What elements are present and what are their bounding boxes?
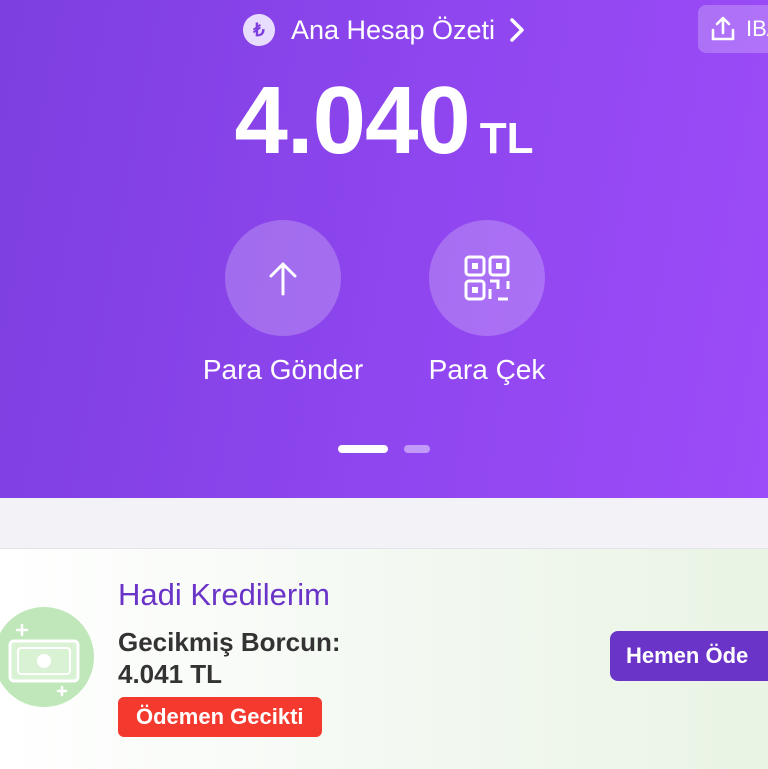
withdraw-money-label[interactable]: Para Çek (397, 354, 577, 386)
balance-currency: TL (479, 114, 534, 163)
withdraw-money-circle[interactable] (429, 220, 545, 336)
share-icon (711, 16, 735, 41)
pay-now-button[interactable]: Hemen Öde (610, 631, 768, 681)
send-money-button[interactable]: Para Gönder (193, 220, 373, 386)
loan-card[interactable]: Hadi Kredilerim Gecikmiş Borcun: 4.041 T… (0, 548, 768, 769)
chevron-right-icon[interactable] (509, 17, 525, 43)
send-money-circle[interactable] (225, 220, 341, 336)
arrow-up-icon (269, 262, 297, 296)
balance: 4.040 TL (0, 66, 768, 176)
account-title[interactable]: Ana Hesap Özeti (291, 15, 495, 46)
lira-icon: ₺ (242, 14, 275, 46)
page-indicator-active[interactable] (338, 445, 388, 453)
carousel-pagination (0, 445, 768, 453)
page-indicator[interactable] (404, 445, 430, 453)
payment-overdue-badge: Ödemen Gecikti (118, 697, 322, 737)
withdraw-money-button[interactable]: Para Çek (397, 220, 577, 386)
account-summary-panel: ₺ Ana Hesap Özeti IBAN 4.040TL Para Gönd… (0, 0, 768, 498)
balance-amount: 4.040 (234, 67, 471, 174)
iban-label: IBAN (746, 16, 768, 41)
send-money-label[interactable]: Para Gönder (193, 354, 373, 386)
loan-card-title: Hadi Kredilerim (118, 577, 330, 612)
account-header[interactable]: ₺ Ana Hesap Özeti (0, 12, 768, 48)
overdue-debt-label: Gecikmiş Borcun: (118, 627, 341, 657)
qr-code-icon (464, 255, 510, 301)
overdue-debt-amount: 4.041 TL (118, 659, 223, 689)
money-icon (0, 607, 94, 707)
iban-share-button[interactable]: IBAN (698, 5, 768, 53)
